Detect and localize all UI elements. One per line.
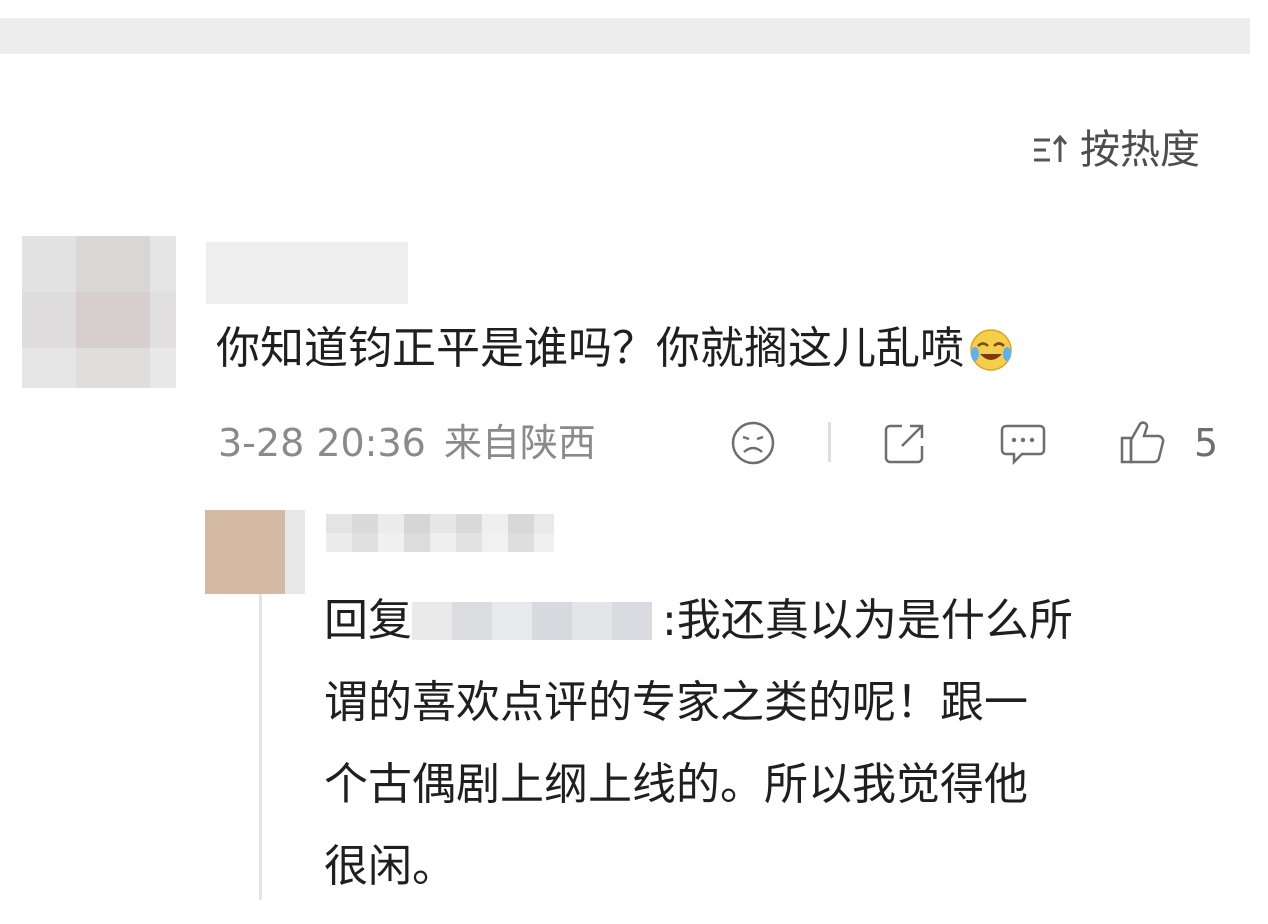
share-icon[interactable] (880, 418, 930, 468)
top-bar (0, 18, 1250, 54)
comment-text: 你知道钧正平是谁吗？你就搁这儿乱喷 (216, 318, 1016, 380)
frown-face-icon[interactable] (728, 418, 778, 468)
like-count: 5 (1194, 421, 1219, 465)
reply-author-name[interactable] (326, 514, 558, 552)
reply-avatar[interactable] (205, 510, 305, 594)
reply-thread-line (259, 594, 262, 900)
reply-line-4: 很闲。 (324, 841, 456, 892)
reply-prefix: 回复 (324, 595, 412, 646)
reply-body-start: :我还真以为是什么所 (662, 595, 1073, 646)
sort-icon (1034, 134, 1068, 162)
comment-avatar[interactable] (22, 236, 176, 388)
reply-text: 回复 :我还真以为是什么所 谓的喜欢点评的专家之类的呢！跟一 个古偶剧上纲上线的… (324, 580, 1184, 908)
sort-label: 按热度 (1080, 127, 1200, 173)
reply-line-3: 个古偶剧上纲上线的。所以我觉得他 (324, 759, 1028, 810)
comment-time: 3-28 20:36 (218, 421, 426, 465)
action-divider (828, 422, 831, 462)
laughing-crying-emoji-icon (970, 329, 1012, 371)
thumbs-up-icon[interactable] (1118, 418, 1168, 468)
comment-body: 你知道钧正平是谁吗？你就搁这儿乱喷 (216, 323, 964, 374)
reply-line-1: 回复 :我还真以为是什么所 (324, 580, 1184, 662)
comment-location: 来自陕西 (443, 421, 596, 465)
reply-mention[interactable] (412, 596, 662, 646)
comment-author-name[interactable] (206, 242, 408, 304)
comment-meta: 3-28 20:36 来自陕西 (218, 418, 596, 468)
sort-by-hot-button[interactable]: 按热度 (1030, 126, 1200, 174)
comment-bubble-icon[interactable] (998, 418, 1048, 468)
reply-line-2: 谓的喜欢点评的专家之类的呢！跟一 (324, 677, 1028, 728)
